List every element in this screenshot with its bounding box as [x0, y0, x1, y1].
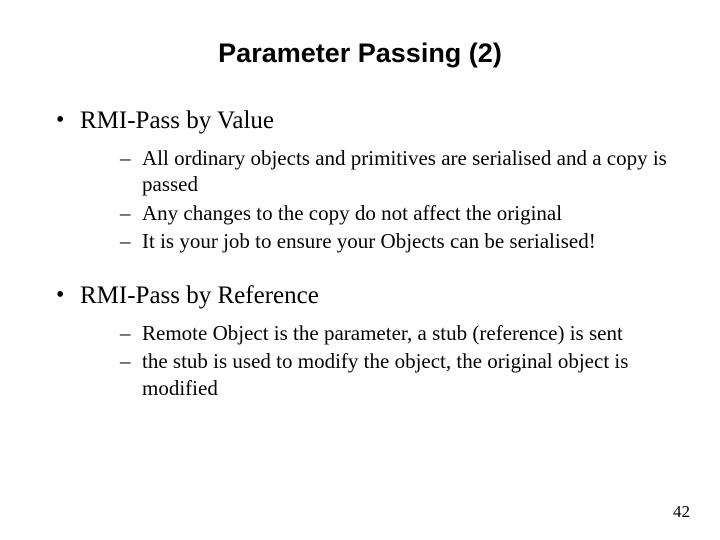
sub-item: All ordinary objects and primitives are … — [80, 145, 668, 198]
bullet-item: RMI-Pass by Reference Remote Object is t… — [52, 282, 668, 401]
bullet-text: RMI-Pass by Reference — [80, 282, 319, 309]
bullet-text: RMI-Pass by Value — [80, 107, 274, 134]
sub-item: It is your job to ensure your Objects ca… — [80, 228, 668, 254]
sub-item: Remote Object is the parameter, a stub (… — [80, 320, 668, 346]
sub-list: Remote Object is the parameter, a stub (… — [80, 320, 668, 401]
slide-title: Parameter Passing (2) — [52, 38, 668, 69]
sub-item: Any changes to the copy do not affect th… — [80, 200, 668, 226]
page-number: 42 — [673, 502, 690, 522]
bullet-item: RMI-Pass by Value All ordinary objects a… — [52, 107, 668, 254]
bullet-list: RMI-Pass by Value All ordinary objects a… — [52, 107, 668, 401]
sub-list: All ordinary objects and primitives are … — [80, 145, 668, 254]
sub-item: the stub is used to modify the object, t… — [80, 348, 668, 401]
